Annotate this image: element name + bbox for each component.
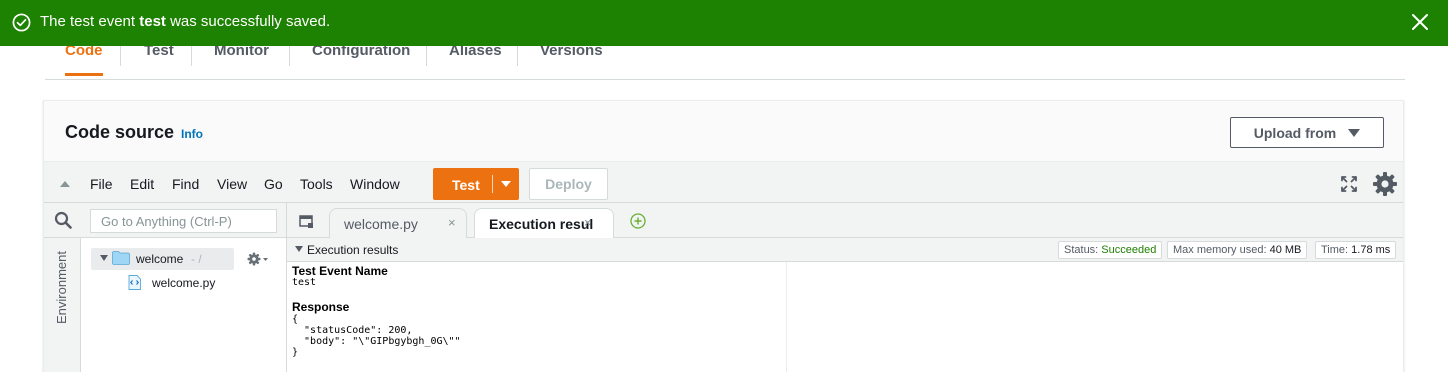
tab-label: welcome.py (344, 216, 418, 232)
editor-tab-strip: welcome.py × Execution results × (286, 203, 1403, 238)
check-circle-icon (12, 13, 31, 32)
menu-edit[interactable]: Edit (130, 176, 154, 192)
test-button-label: Test (452, 177, 480, 193)
fullscreen-icon[interactable] (1340, 175, 1358, 193)
column-divider (786, 262, 787, 372)
close-tab-icon[interactable]: × (584, 215, 592, 230)
tree-settings-icon[interactable] (247, 251, 269, 267)
goto-anything-input[interactable] (90, 209, 277, 233)
menu-file[interactable]: File (90, 176, 113, 192)
time-badge: Time: 1.78 ms (1315, 241, 1397, 259)
environment-label: Environment (54, 251, 69, 324)
banner-suffix: was successfully saved. (165, 13, 331, 30)
status-badge: Status: Succeeded (1058, 241, 1163, 259)
environment-tab[interactable]: Environment (44, 238, 81, 372)
execution-results-pane: Execution results Status: Succeeded Max … (286, 238, 1403, 372)
tree-root-folder[interactable]: welcome - / (91, 248, 234, 270)
expand-down-icon[interactable] (100, 255, 108, 261)
search-icon[interactable] (54, 211, 72, 229)
tab-welcome-py[interactable]: welcome.py × (329, 208, 467, 238)
lambda-console: Code Test Monitor Configuration Aliases … (0, 0, 1448, 372)
success-banner: The test event test was successfully sav… (0, 0, 1448, 46)
banner-message: The test event test was successfully sav… (40, 13, 330, 30)
tab-execution-results[interactable]: Execution results × (474, 208, 614, 238)
ide-menubar: File Edit Find View Go Tools Window Test… (44, 161, 1403, 203)
results-title: Execution results (307, 243, 399, 257)
memory-value: 40 MB (1269, 244, 1302, 256)
upload-from-button[interactable]: Upload from (1230, 117, 1384, 148)
status-value: Succeeded (1101, 244, 1157, 256)
tab-label: Execution results (489, 216, 593, 232)
menu-go[interactable]: Go (264, 176, 283, 192)
time-label: Time: (1321, 244, 1352, 256)
event-name-value: test (292, 277, 317, 288)
add-tab-icon[interactable] (630, 213, 646, 229)
info-link[interactable]: Info (181, 127, 203, 141)
menu-window[interactable]: Window (350, 176, 400, 192)
response-body: { "statusCode": 200, "body": "\"GIPbgybg… (292, 314, 461, 358)
status-label: Status: (1064, 244, 1102, 256)
close-tab-icon[interactable]: × (448, 215, 456, 230)
tree-root-label: welcome (136, 252, 184, 266)
panel-header: Code source Info Upload from (44, 101, 1403, 161)
collapse-down-icon[interactable] (295, 246, 303, 252)
close-icon[interactable] (1411, 13, 1429, 31)
menu-find[interactable]: Find (172, 176, 199, 192)
time-value: 1.78 ms (1351, 244, 1391, 256)
folder-icon (112, 251, 130, 265)
file-tree: welcome - / welcome.py (81, 238, 286, 372)
response-label: Response (292, 300, 350, 314)
banner-event-name: test (139, 13, 166, 30)
tab-list-icon[interactable] (299, 214, 313, 228)
split-divider (492, 175, 493, 193)
caret-down-icon (1348, 128, 1361, 137)
python-file-icon (128, 275, 141, 290)
caret-down-icon[interactable] (501, 181, 511, 187)
event-name-label: Test Event Name (292, 264, 388, 278)
menu-view[interactable]: View (217, 176, 247, 192)
goto-bar (44, 203, 286, 238)
upload-from-label: Upload from (1253, 124, 1337, 141)
banner-prefix: The test event (40, 13, 140, 30)
tree-root-path: - / (191, 252, 202, 266)
code-source-panel: Code source Info Upload from File Edit F… (43, 100, 1404, 372)
deploy-button[interactable]: Deploy (529, 168, 608, 200)
page-title: Code source (65, 122, 175, 142)
test-button[interactable]: Test (433, 168, 519, 200)
memory-badge: Max memory used: 40 MB (1167, 241, 1308, 259)
collapse-up-icon[interactable] (60, 181, 70, 187)
memory-label: Max memory used: (1173, 244, 1270, 256)
gear-icon[interactable] (1372, 171, 1398, 197)
file-label: welcome.py (152, 276, 216, 290)
results-header: Execution results Status: Succeeded Max … (287, 238, 1403, 262)
menu-tools[interactable]: Tools (300, 176, 333, 192)
